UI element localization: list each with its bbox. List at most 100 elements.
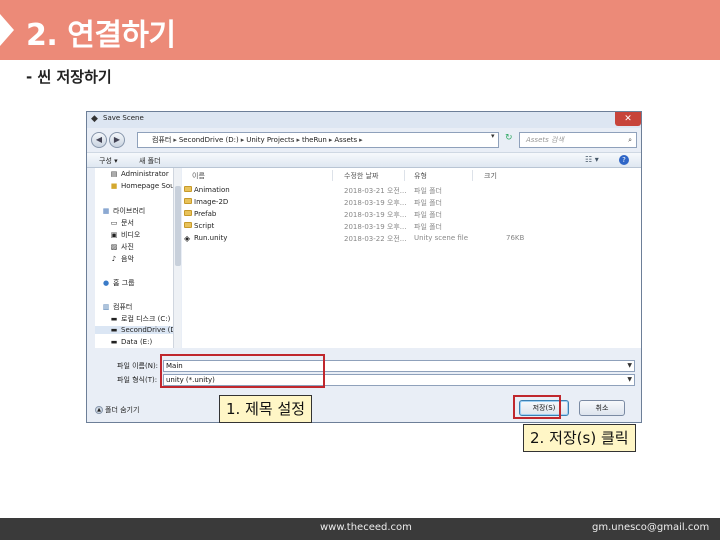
- navigation-pane: ▤ Administrator ■ Homepage Sour ▦ 라이브러리 ▭ 문서…: [95, 168, 181, 348]
- nav-item-computer[interactable]: ▥ 컴퓨터: [101, 302, 133, 312]
- file-row[interactable]: Script 2018-03-19 오후... 파일 폴더: [182, 221, 641, 233]
- breadcrumb-separator-icon: ▸: [359, 136, 363, 144]
- nav-item-drive-d[interactable]: ▬ SecondDrive (D:: [95, 326, 180, 334]
- homegroup-icon: ●: [102, 279, 110, 287]
- nav-item-label: 사진: [121, 243, 134, 251]
- drive-icon: ▬: [110, 338, 118, 346]
- nav-item-label: 컴퓨터: [113, 303, 133, 311]
- user-folder-icon: ▤: [110, 170, 118, 178]
- footer-url[interactable]: www.theceed.com: [320, 522, 412, 533]
- column-header-date[interactable]: 수정한 날짜: [344, 171, 378, 181]
- hide-folders-label: 폴더 숨기기: [105, 406, 140, 414]
- breadcrumb-separator-icon: ▸: [240, 136, 245, 144]
- nav-item-libraries[interactable]: ▦ 라이브러리: [101, 206, 146, 216]
- chevron-up-icon: ▲: [95, 406, 103, 414]
- nav-item-label: 로컬 디스크 (C:): [121, 315, 171, 323]
- nav-item-pictures[interactable]: ▨ 사진: [109, 242, 134, 252]
- hide-folders-toggle[interactable]: ▲ 폴더 숨기기: [95, 405, 139, 415]
- chevron-down-icon[interactable]: ▼: [627, 375, 632, 385]
- breadcrumb-item[interactable]: 컴퓨터: [152, 136, 171, 144]
- nav-item-label: Homepage Sour: [121, 182, 178, 190]
- breadcrumb-item[interactable]: Unity Projects: [246, 136, 294, 144]
- filename-highlight-box: [160, 354, 325, 388]
- nav-item-music[interactable]: ♪ 음악: [109, 254, 134, 264]
- nav-item-documents[interactable]: ▭ 문서: [109, 218, 134, 228]
- search-placeholder: Assets 검색: [526, 136, 564, 144]
- column-divider[interactable]: [332, 170, 333, 181]
- column-divider[interactable]: [472, 170, 473, 181]
- file-row[interactable]: Image-2D 2018-03-19 오후... 파일 폴더: [182, 197, 641, 209]
- slide-subtitle: - 씬 저장하기: [26, 68, 112, 86]
- new-folder-button[interactable]: 새 폴더: [139, 156, 161, 166]
- folder-icon: [184, 222, 192, 228]
- file-name: Prefab: [194, 210, 217, 218]
- column-header-size[interactable]: 크기: [484, 171, 497, 181]
- nav-item-label: Administrator: [121, 170, 169, 178]
- file-date: 2018-03-19 오후...: [344, 211, 407, 219]
- slide-title: 2. 연결하기: [26, 18, 176, 53]
- nav-item-drive-c[interactable]: ▬ 로컬 디스크 (C:): [109, 314, 171, 324]
- address-bar[interactable]: 컴퓨터 ▸ SecondDrive (D:) ▸ Unity Projects ▸ theR…: [137, 132, 499, 148]
- scrollbar-thumb[interactable]: [175, 186, 181, 266]
- folder-icon: [184, 210, 192, 216]
- command-bar: 구성 ▾ 새 폴더 ☷ ▾ ?: [87, 152, 641, 168]
- library-icon: ▦: [102, 207, 110, 215]
- nav-item-label: SecondDrive (D:: [121, 326, 179, 334]
- search-icon: ⌕: [628, 136, 632, 144]
- slide-header: 2. 연결하기: [0, 0, 720, 60]
- refresh-icon[interactable]: ↻: [505, 133, 513, 143]
- folder-icon: ■: [110, 182, 118, 190]
- filename-label: 파일 이름(N):: [117, 362, 159, 370]
- search-input[interactable]: Assets 검색 ⌕: [519, 132, 637, 148]
- file-name: Script: [194, 222, 215, 230]
- breadcrumb-item[interactable]: theRun: [302, 136, 327, 144]
- breadcrumb-item[interactable]: Assets: [334, 136, 357, 144]
- nav-item-drive-e[interactable]: ▬ Data (E:): [109, 338, 153, 346]
- callout-save-step: 2. 저장(s) 클릭: [523, 424, 636, 452]
- folder-icon: [184, 186, 192, 192]
- dialog-titlebar: ◆ Save Scene ✕: [87, 112, 641, 128]
- nav-item-label: 문서: [121, 219, 134, 227]
- forward-button[interactable]: ▶: [109, 132, 125, 148]
- column-header-name[interactable]: 이름: [192, 171, 205, 181]
- organize-button[interactable]: 구성 ▾: [99, 156, 118, 166]
- folder-icon: [184, 198, 192, 204]
- file-type: Unity scene file: [414, 234, 469, 242]
- view-options-icon[interactable]: ☷ ▾: [585, 155, 599, 164]
- file-row[interactable]: Animation 2018-03-21 오전... 파일 폴더: [182, 185, 641, 197]
- file-date: 2018-03-19 오후...: [344, 223, 407, 231]
- file-type: 파일 폴더: [414, 199, 442, 207]
- help-icon[interactable]: ?: [619, 155, 629, 165]
- address-row: ◀ ▶ 컴퓨터 ▸ SecondDrive (D:) ▸ Unity Projects ▸…: [87, 130, 641, 150]
- header-notch: [0, 14, 14, 46]
- drive-icon: ▬: [110, 315, 118, 323]
- nav-item-homepage[interactable]: ■ Homepage Sour: [109, 182, 178, 190]
- nav-item-label: Data (E:): [121, 338, 153, 346]
- file-row[interactable]: Prefab 2018-03-19 오후... 파일 폴더: [182, 209, 641, 221]
- documents-icon: ▭: [110, 219, 118, 227]
- breadcrumb-item[interactable]: SecondDrive (D:): [179, 136, 239, 144]
- close-icon[interactable]: ✕: [615, 112, 641, 126]
- nav-item-label: 라이브러리: [113, 207, 146, 215]
- column-header-type[interactable]: 유형: [414, 171, 427, 181]
- nav-item-administrator[interactable]: ▤ Administrator: [109, 170, 169, 178]
- dialog-title: Save Scene: [103, 114, 144, 122]
- address-dropdown-icon[interactable]: ▾: [491, 132, 495, 140]
- footer-email[interactable]: gm.unesco@gmail.com: [592, 522, 709, 533]
- breadcrumb-separator-icon: ▸: [328, 136, 333, 144]
- column-divider[interactable]: [404, 170, 405, 181]
- nav-item-homegroup[interactable]: ● 홈 그룹: [101, 278, 135, 288]
- file-row[interactable]: ◈ Run.unity 2018-03-22 오전... Unity scene…: [182, 233, 641, 245]
- file-date: 2018-03-19 오후...: [344, 199, 407, 207]
- video-icon: ▣: [110, 231, 118, 239]
- pictures-icon: ▨: [110, 243, 118, 251]
- save-highlight-box: [513, 395, 561, 419]
- chevron-down-icon[interactable]: ▼: [627, 361, 632, 371]
- nav-item-video[interactable]: ▣ 비디오: [109, 230, 141, 240]
- nav-scrollbar[interactable]: [173, 168, 181, 348]
- back-button[interactable]: ◀: [91, 132, 107, 148]
- unity-file-icon: ◈: [184, 234, 191, 243]
- file-type: 파일 폴더: [414, 211, 442, 219]
- file-type: 파일 폴더: [414, 187, 442, 195]
- cancel-button[interactable]: 취소: [579, 400, 625, 416]
